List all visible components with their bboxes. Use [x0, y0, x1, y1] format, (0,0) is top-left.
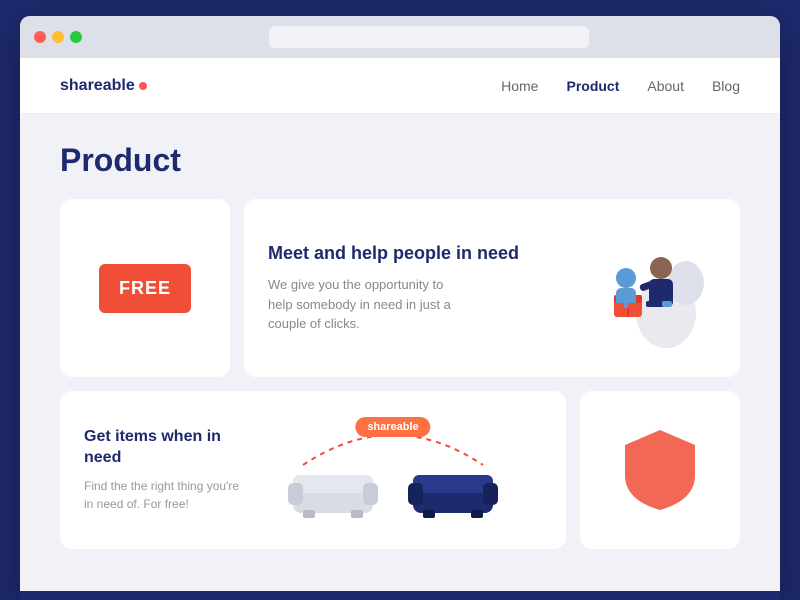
card-hero-text: Meet and help people in need We give you… — [268, 242, 536, 334]
address-bar[interactable] — [269, 26, 589, 48]
browser-toolbar — [20, 16, 780, 58]
card-items-title: Get items when in need — [84, 427, 244, 469]
card-items: Get items when in need Find the the righ… — [60, 391, 566, 549]
hero-svg — [536, 223, 716, 353]
nav-blog[interactable]: Blog — [712, 78, 740, 94]
logo[interactable]: shareable — [60, 77, 147, 95]
card-items-description: Find the the right thing you're in need … — [84, 477, 244, 513]
nav-about[interactable]: About — [647, 78, 684, 94]
nav-links: Home Product About Blog — [501, 78, 740, 94]
navigation: shareable Home Product About Blog — [20, 58, 780, 114]
dot-red[interactable] — [34, 31, 46, 43]
hero-illustration — [536, 223, 716, 353]
page-title: Product — [60, 142, 740, 179]
cards-row-2: Get items when in need Find the the righ… — [60, 391, 740, 549]
dot-green[interactable] — [70, 31, 82, 43]
cards-row-1: FREE Meet and help people in need We giv… — [60, 199, 740, 377]
about-section-peek: About — [20, 591, 780, 600]
card-hero-description: We give you the opportunity to help some… — [268, 275, 468, 334]
card-items-illustration: shareable — [244, 415, 542, 525]
nav-home[interactable]: Home — [501, 78, 538, 94]
card-items-text: Get items when in need Find the the righ… — [84, 427, 244, 513]
card-hero-title: Meet and help people in need — [268, 242, 536, 265]
shareable-badge: shareable — [355, 417, 430, 437]
main-content: Product FREE Meet and help people in nee… — [20, 114, 780, 591]
card-hero: Meet and help people in need We give you… — [244, 199, 740, 377]
logo-dot — [139, 82, 147, 90]
card-shield — [580, 391, 740, 549]
dot-yellow[interactable] — [52, 31, 64, 43]
shield-svg — [620, 425, 700, 515]
free-badge: FREE — [99, 264, 191, 313]
browser-dots — [34, 31, 82, 43]
page-content: shareable Home Product About Blog Produc… — [20, 58, 780, 600]
nav-product[interactable]: Product — [566, 78, 619, 94]
browser-window: shareable Home Product About Blog Produc… — [20, 16, 780, 600]
logo-text: shareable — [60, 77, 135, 95]
card-free: FREE — [60, 199, 230, 377]
